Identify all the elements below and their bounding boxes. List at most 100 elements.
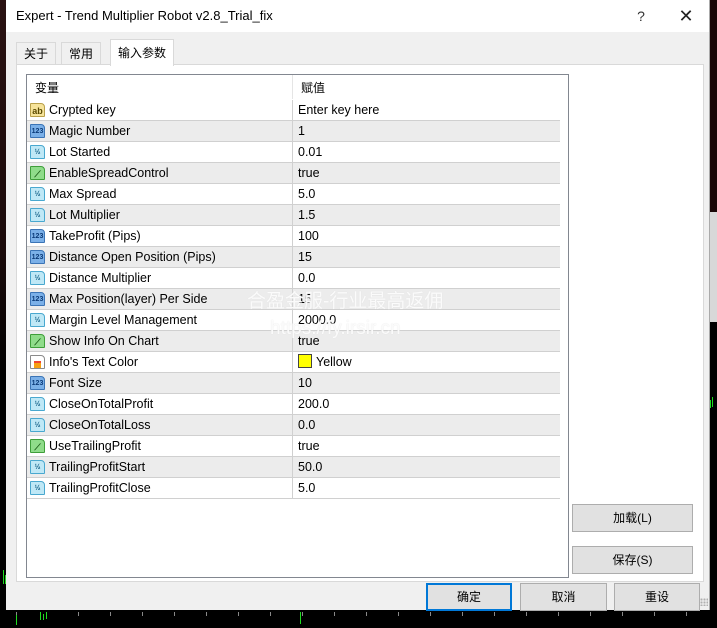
input-row[interactable]: ½ Max Spread 5.0 <box>27 184 560 205</box>
input-value[interactable]: 50.0 <box>298 457 322 477</box>
input-value[interactable]: 5.0 <box>298 184 315 204</box>
input-value-text: 15 <box>298 250 312 264</box>
input-value[interactable]: 0.0 <box>298 268 315 288</box>
input-value[interactable]: 1 <box>298 121 305 141</box>
input-value[interactable]: 5.0 <box>298 478 315 498</box>
column-separator <box>292 163 293 183</box>
input-row[interactable]: ½ Lot Started 0.01 <box>27 142 560 163</box>
input-row[interactable]: ½ Lot Multiplier 1.5 <box>27 205 560 226</box>
axis-tick <box>206 612 207 616</box>
input-value-text: 2000.0 <box>298 313 337 327</box>
input-value-text: 5.0 <box>298 187 316 201</box>
column-header-value[interactable]: 赋值 <box>293 75 568 99</box>
input-value-text: 100 <box>298 229 319 243</box>
input-value-text: true <box>298 334 320 348</box>
column-separator <box>292 268 293 288</box>
input-value[interactable]: 0.0 <box>298 415 315 435</box>
input-name: Lot Multiplier <box>49 208 120 222</box>
input-value-text: Enter key here <box>298 103 380 117</box>
input-value-text: true <box>298 439 320 453</box>
input-value[interactable]: 200.0 <box>298 394 329 414</box>
input-row[interactable]: ½ TrailingProfitClose 5.0 <box>27 478 560 499</box>
save-button[interactable]: 保存(S) <box>572 546 693 574</box>
column-separator <box>292 415 293 435</box>
input-value-text: 10 <box>298 376 312 390</box>
input-row[interactable]: 123 Max Position(layer) Per Side 15 <box>27 289 560 310</box>
axis-tick <box>366 612 367 616</box>
input-value[interactable]: 0.01 <box>298 142 322 162</box>
double-type-icon: ½ <box>30 271 45 285</box>
integer-type-icon: 123 <box>30 250 45 264</box>
input-value[interactable]: 15 <box>298 289 312 309</box>
resize-grip[interactable] <box>700 598 708 606</box>
input-value[interactable]: 2000.0 <box>298 310 336 330</box>
input-row[interactable]: ⟋ UseTrailingProfit true <box>27 436 560 457</box>
input-value[interactable]: Yellow <box>298 352 352 372</box>
input-row[interactable]: ½ TrailingProfitStart 50.0 <box>27 457 560 478</box>
axis-tick <box>622 612 623 616</box>
input-value-text: 15 <box>298 292 312 306</box>
input-row[interactable]: 123 Magic Number 1 <box>27 121 560 142</box>
double-type-icon: ½ <box>30 418 45 432</box>
help-button[interactable]: ? <box>626 4 656 28</box>
axis-tick <box>526 612 527 616</box>
color-type-icon <box>30 355 45 369</box>
input-name: Crypted key <box>49 103 116 117</box>
input-value[interactable]: 100 <box>298 226 319 246</box>
bool-type-icon: ⟋ <box>30 166 45 180</box>
column-separator <box>292 352 293 372</box>
axis-tick <box>78 612 79 616</box>
input-value[interactable]: Enter key here <box>298 100 379 120</box>
input-value-text: 1.5 <box>298 208 316 222</box>
input-row[interactable]: 123 TakeProfit (Pips) 100 <box>27 226 560 247</box>
input-row[interactable]: 123 Distance Open Position (Pips) 15 <box>27 247 560 268</box>
input-row[interactable]: ½ CloseOnTotalLoss 0.0 <box>27 415 560 436</box>
load-button[interactable]: 加载(L) <box>572 504 693 532</box>
input-row[interactable]: Info's Text Color Yellow <box>27 352 560 373</box>
axis-tick <box>302 612 303 616</box>
window-title: Expert - Trend Multiplier Robot v2.8_Tri… <box>16 8 273 23</box>
input-name: Info's Text Color <box>49 355 139 369</box>
input-value-text: 200.0 <box>298 397 330 411</box>
double-type-icon: ½ <box>30 397 45 411</box>
tab-inputs[interactable]: 输入参数 <box>110 39 175 66</box>
cancel-button[interactable]: 取消 <box>520 583 607 611</box>
input-value[interactable]: true <box>298 436 320 456</box>
input-value[interactable]: 15 <box>298 247 312 267</box>
tab-about[interactable]: 关于 <box>16 42 57 65</box>
bool-type-icon: ⟋ <box>30 439 45 453</box>
input-row[interactable]: 123 Font Size 10 <box>27 373 560 394</box>
title-bar[interactable]: Expert - Trend Multiplier Robot v2.8_Tri… <box>6 0 709 32</box>
price-bar <box>16 615 17 625</box>
input-row[interactable]: ½ CloseOnTotalProfit 200.0 <box>27 394 560 415</box>
input-value[interactable]: true <box>298 163 320 183</box>
column-separator <box>292 394 293 414</box>
integer-type-icon: 123 <box>30 376 45 390</box>
column-separator <box>292 457 293 477</box>
input-value[interactable]: 10 <box>298 373 312 393</box>
input-row[interactable]: ⟋ EnableSpreadControl true <box>27 163 560 184</box>
column-separator <box>292 121 293 141</box>
axis-tick <box>110 612 111 616</box>
input-name: UseTrailingProfit <box>49 439 141 453</box>
tab-common[interactable]: 常用 <box>61 42 102 65</box>
axis-tick <box>238 612 239 616</box>
input-value-text: 50.0 <box>298 460 323 474</box>
ok-button[interactable]: 确定 <box>426 583 512 611</box>
inputs-grid: 变量 赋值 ab Crypted key Enter key here 123 Magi… <box>26 74 569 578</box>
input-row[interactable]: ab Crypted key Enter key here <box>27 100 560 121</box>
input-value-text: true <box>298 166 320 180</box>
reset-button[interactable]: 重设 <box>614 583 700 611</box>
column-header-variable[interactable]: 变量 <box>27 75 292 99</box>
expert-properties-dialog: Expert - Trend Multiplier Robot v2.8_Tri… <box>6 0 710 611</box>
input-row[interactable]: ⟋ Show Info On Chart true <box>27 331 560 352</box>
column-separator <box>292 289 293 309</box>
input-value[interactable]: true <box>298 331 320 351</box>
double-type-icon: ½ <box>30 481 45 495</box>
close-button[interactable]: ✕ <box>671 4 701 28</box>
axis-tick <box>142 612 143 616</box>
input-value[interactable]: 1.5 <box>298 205 315 225</box>
input-row[interactable]: ½ Distance Multiplier 0.0 <box>27 268 560 289</box>
input-row[interactable]: ½ Margin Level Management 2000.0 <box>27 310 560 331</box>
axis-tick <box>494 612 495 616</box>
